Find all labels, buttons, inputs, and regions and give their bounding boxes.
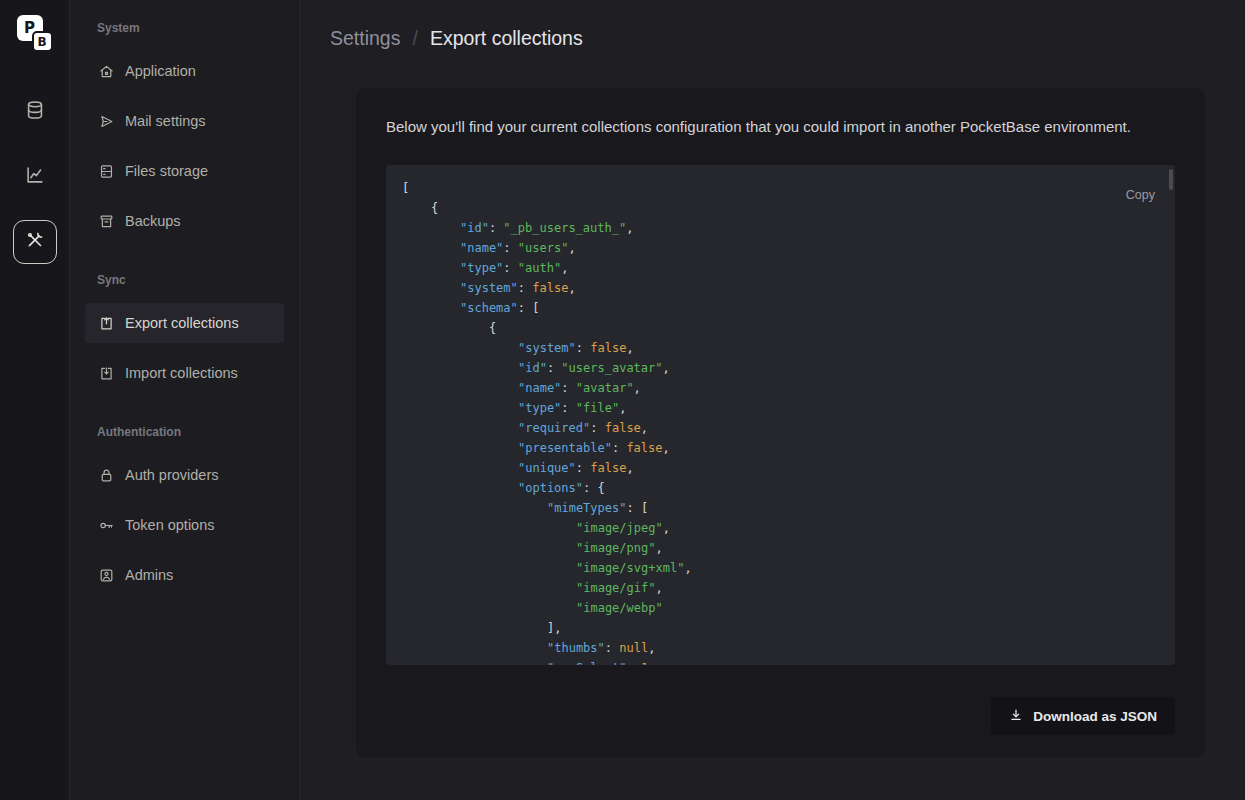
download-json-button[interactable]: Download as JSON bbox=[991, 697, 1175, 735]
logo-letter-b: B bbox=[32, 31, 53, 52]
sidebar-item-auth-providers[interactable]: Auth providers bbox=[85, 455, 284, 495]
breadcrumb-settings[interactable]: Settings bbox=[330, 27, 400, 50]
code-line: "image/svg+xml", bbox=[402, 558, 1175, 578]
lock-icon bbox=[98, 467, 115, 484]
breadcrumb-divider: / bbox=[412, 27, 417, 50]
archive-icon bbox=[98, 213, 115, 230]
export-icon bbox=[98, 315, 115, 332]
code-line: "schema": [ bbox=[402, 298, 1175, 318]
code-line: "system": false, bbox=[402, 338, 1175, 358]
download-label: Download as JSON bbox=[1033, 709, 1157, 724]
key-icon bbox=[98, 517, 115, 534]
code-line: "options": { bbox=[402, 478, 1175, 498]
panel-footer: Download as JSON bbox=[386, 697, 1175, 735]
code-line: "maxSelect": 1 bbox=[402, 658, 1175, 665]
import-icon bbox=[98, 365, 115, 382]
code-line: "presentable": false, bbox=[402, 438, 1175, 458]
sidebar-item-label: Export collections bbox=[125, 315, 239, 331]
code-line: "thumbs": null, bbox=[402, 638, 1175, 658]
line-chart-icon bbox=[24, 164, 46, 190]
sidebar-section-title: System bbox=[97, 21, 272, 35]
home-icon bbox=[98, 63, 115, 80]
rail-item-logs[interactable] bbox=[13, 155, 57, 199]
sidebar-item-export-collections[interactable]: Export collections bbox=[85, 303, 284, 343]
code-line: "name": "users", bbox=[402, 238, 1175, 258]
code-line: "name": "avatar", bbox=[402, 378, 1175, 398]
sidebar-item-label: Files storage bbox=[125, 163, 208, 179]
rail-item-settings[interactable] bbox=[13, 220, 57, 264]
code-content: [{"id": "_pb_users_auth_","name": "users… bbox=[386, 165, 1175, 665]
copy-button[interactable]: Copy bbox=[1126, 188, 1155, 202]
sidebar-item-label: Token options bbox=[125, 517, 214, 533]
admin-icon bbox=[98, 567, 115, 584]
code-line: "image/gif", bbox=[402, 578, 1175, 598]
sidebar-item-admins[interactable]: Admins bbox=[85, 555, 284, 595]
code-line: { bbox=[402, 318, 1175, 338]
app: P B System Application Mail settings Files … bbox=[0, 0, 1245, 800]
code-line: "type": "auth", bbox=[402, 258, 1175, 278]
app-rail: P B bbox=[0, 0, 70, 800]
settings-sidebar: System Application Mail settings Files stor… bbox=[70, 0, 300, 800]
collections-config-code: [{"id": "_pb_users_auth_","name": "users… bbox=[386, 165, 1175, 665]
sidebar-section-title: Sync bbox=[97, 273, 272, 287]
code-line: { bbox=[402, 198, 1175, 218]
sidebar-item-import-collections[interactable]: Import collections bbox=[85, 353, 284, 393]
sidebar-item-label: Admins bbox=[125, 567, 173, 583]
main-content: Settings / Export collections Below you'… bbox=[300, 0, 1245, 800]
rail-nav bbox=[13, 90, 57, 285]
sidebar-section-title: Authentication bbox=[97, 425, 272, 439]
code-line: "unique": false, bbox=[402, 458, 1175, 478]
code-line: "mimeTypes": [ bbox=[402, 498, 1175, 518]
code-line: "id": "users_avatar", bbox=[402, 358, 1175, 378]
code-line: "id": "_pb_users_auth_", bbox=[402, 218, 1175, 238]
export-collections-panel: Below you'll find your current collectio… bbox=[356, 88, 1205, 758]
intro-text: Below you'll find your current collectio… bbox=[386, 118, 1175, 135]
sidebar-item-application[interactable]: Application bbox=[85, 51, 284, 91]
code-scrollbar-thumb[interactable] bbox=[1169, 169, 1173, 190]
sidebar-item-mail-settings[interactable]: Mail settings bbox=[85, 101, 284, 141]
code-line: "image/png", bbox=[402, 538, 1175, 558]
send-icon bbox=[98, 113, 115, 130]
rail-item-collections[interactable] bbox=[13, 90, 57, 134]
database-icon bbox=[24, 99, 46, 125]
tools-icon bbox=[24, 229, 46, 255]
download-icon bbox=[1009, 708, 1023, 725]
code-line: "required": false, bbox=[402, 418, 1175, 438]
drive-icon bbox=[98, 163, 115, 180]
sidebar-item-label: Auth providers bbox=[125, 467, 219, 483]
code-line: "image/jpeg", bbox=[402, 518, 1175, 538]
code-line: [ bbox=[402, 178, 1175, 198]
code-line: ], bbox=[402, 618, 1175, 638]
sidebar-item-label: Backups bbox=[125, 213, 181, 229]
pocketbase-logo[interactable]: P B bbox=[17, 15, 53, 52]
code-line: "image/webp" bbox=[402, 598, 1175, 618]
sidebar-item-files-storage[interactable]: Files storage bbox=[85, 151, 284, 191]
breadcrumb: Settings / Export collections bbox=[330, 27, 1215, 50]
sidebar-item-label: Application bbox=[125, 63, 196, 79]
sidebar-item-backups[interactable]: Backups bbox=[85, 201, 284, 241]
sidebar-item-label: Mail settings bbox=[125, 113, 206, 129]
sidebar-item-token-options[interactable]: Token options bbox=[85, 505, 284, 545]
sidebar-item-label: Import collections bbox=[125, 365, 238, 381]
code-line: "type": "file", bbox=[402, 398, 1175, 418]
breadcrumb-current: Export collections bbox=[430, 27, 583, 50]
code-line: "system": false, bbox=[402, 278, 1175, 298]
